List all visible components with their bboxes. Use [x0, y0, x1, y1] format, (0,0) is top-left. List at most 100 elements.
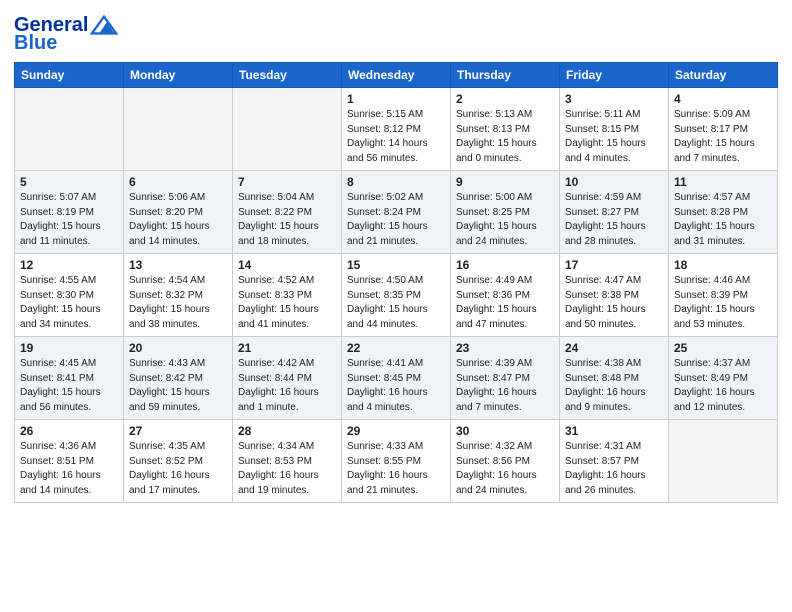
day-info: Sunrise: 4:31 AM Sunset: 8:57 PM Dayligh… — [565, 440, 663, 498]
day-info: Sunrise: 4:43 AM Sunset: 8:42 PM Dayligh… — [129, 357, 227, 415]
day-number: 28 — [238, 424, 336, 438]
day-info: Sunrise: 4:49 AM Sunset: 8:36 PM Dayligh… — [456, 274, 554, 332]
calendar-day-1-1 — [15, 88, 124, 171]
calendar-day-2-5: 9Sunrise: 5:00 AM Sunset: 8:25 PM Daylig… — [451, 171, 560, 254]
day-number: 29 — [347, 424, 445, 438]
header: General Blue — [14, 10, 778, 54]
col-monday: Monday — [124, 63, 233, 88]
calendar-day-1-7: 4 Sunrise: 5:09 AM Sunset: 8:17 PM Daylig… — [669, 88, 778, 171]
day-number: 4 — [674, 92, 772, 106]
calendar: Sunday Monday Tuesday Wednesday Thursday… — [14, 62, 778, 503]
calendar-day-5-4: 29 Sunrise: 4:33 AM Sunset: 8:55 PM Dayli… — [342, 420, 451, 503]
calendar-day-3-5: 16 Sunrise: 4:49 AM Sunset: 8:36 PM Dayli… — [451, 254, 560, 337]
calendar-day-3-7: 18Sunrise: 4:46 AM Sunset: 8:39 PM Dayli… — [669, 254, 778, 337]
day-info: Sunrise: 4:36 AM Sunset: 8:51 PM Dayligh… — [20, 440, 118, 498]
day-number: 15 — [347, 258, 445, 272]
day-number: 8 — [347, 175, 445, 189]
day-info: Sunrise: 4:54 AM Sunset: 8:32 PM Dayligh… — [129, 274, 227, 332]
calendar-day-4-6: 24 Sunrise: 4:38 AM Sunset: 8:48 PM Dayli… — [560, 337, 669, 420]
day-number: 26 — [20, 424, 118, 438]
calendar-day-2-2: 6Sunrise: 5:06 AM Sunset: 8:20 PM Daylig… — [124, 171, 233, 254]
col-sunday: Sunday — [15, 63, 124, 88]
calendar-day-3-2: 13 Sunrise: 4:54 AM Sunset: 8:32 PM Dayli… — [124, 254, 233, 337]
calendar-day-5-5: 30Sunrise: 4:32 AM Sunset: 8:56 PM Dayli… — [451, 420, 560, 503]
calendar-week-1: 1 Sunrise: 5:15 AM Sunset: 8:12 PM Daylig… — [15, 88, 778, 171]
calendar-day-1-2 — [124, 88, 233, 171]
day-number: 24 — [565, 341, 663, 355]
calendar-day-2-4: 8Sunrise: 5:02 AM Sunset: 8:24 PM Daylig… — [342, 171, 451, 254]
day-info: Sunrise: 4:32 AM Sunset: 8:56 PM Dayligh… — [456, 440, 554, 498]
calendar-day-3-4: 15 Sunrise: 4:50 AM Sunset: 8:35 PM Dayli… — [342, 254, 451, 337]
day-number: 31 — [565, 424, 663, 438]
day-number: 13 — [129, 258, 227, 272]
day-number: 18 — [674, 258, 772, 272]
col-tuesday: Tuesday — [233, 63, 342, 88]
day-number: 3 — [565, 92, 663, 106]
day-info: Sunrise: 4:35 AM Sunset: 8:52 PM Dayligh… — [129, 440, 227, 498]
day-number: 16 — [456, 258, 554, 272]
day-info: Sunrise: 4:52 AM Sunset: 8:33 PM Dayligh… — [238, 274, 336, 332]
day-info: Sunrise: 4:34 AM Sunset: 8:53 PM Dayligh… — [238, 440, 336, 498]
calendar-day-5-7 — [669, 420, 778, 503]
day-number: 12 — [20, 258, 118, 272]
day-number: 20 — [129, 341, 227, 355]
day-info: Sunrise: 4:47 AM Sunset: 8:38 PM Dayligh… — [565, 274, 663, 332]
day-info: Sunrise: 4:37 AM Sunset: 8:49 PM Dayligh… — [674, 357, 772, 415]
calendar-week-2: 5Sunrise: 5:07 AM Sunset: 8:19 PM Daylig… — [15, 171, 778, 254]
calendar-day-4-3: 21 Sunrise: 4:42 AM Sunset: 8:44 PM Dayli… — [233, 337, 342, 420]
day-number: 10 — [565, 175, 663, 189]
day-number: 23 — [456, 341, 554, 355]
day-info: Sunrise: 5:11 AM Sunset: 8:15 PM Dayligh… — [565, 108, 663, 166]
col-thursday: Thursday — [451, 63, 560, 88]
day-info: Sunrise: 4:45 AM Sunset: 8:41 PM Dayligh… — [20, 357, 118, 415]
calendar-day-2-6: 10 Sunrise: 4:59 AM Sunset: 8:27 PM Dayli… — [560, 171, 669, 254]
calendar-week-3: 12Sunrise: 4:55 AM Sunset: 8:30 PM Dayli… — [15, 254, 778, 337]
day-info: Sunrise: 4:57 AM Sunset: 8:28 PM Dayligh… — [674, 191, 772, 249]
calendar-week-5: 26 Sunrise: 4:36 AM Sunset: 8:51 PM Dayli… — [15, 420, 778, 503]
day-info: Sunrise: 5:04 AM Sunset: 8:22 PM Dayligh… — [238, 191, 336, 249]
logo: General Blue — [14, 14, 118, 54]
calendar-day-1-6: 3 Sunrise: 5:11 AM Sunset: 8:15 PM Daylig… — [560, 88, 669, 171]
logo-icon — [90, 14, 118, 36]
day-info: Sunrise: 4:33 AM Sunset: 8:55 PM Dayligh… — [347, 440, 445, 498]
col-saturday: Saturday — [669, 63, 778, 88]
day-info: Sunrise: 5:06 AM Sunset: 8:20 PM Dayligh… — [129, 191, 227, 249]
calendar-day-3-3: 14 Sunrise: 4:52 AM Sunset: 8:33 PM Dayli… — [233, 254, 342, 337]
day-number: 14 — [238, 258, 336, 272]
calendar-day-5-2: 27 Sunrise: 4:35 AM Sunset: 8:52 PM Dayli… — [124, 420, 233, 503]
day-info: Sunrise: 5:07 AM Sunset: 8:19 PM Dayligh… — [20, 191, 118, 249]
calendar-day-3-1: 12Sunrise: 4:55 AM Sunset: 8:30 PM Dayli… — [15, 254, 124, 337]
calendar-header-row: Sunday Monday Tuesday Wednesday Thursday… — [15, 63, 778, 88]
calendar-day-4-5: 23 Sunrise: 4:39 AM Sunset: 8:47 PM Dayli… — [451, 337, 560, 420]
day-number: 2 — [456, 92, 554, 106]
day-info: Sunrise: 4:41 AM Sunset: 8:45 PM Dayligh… — [347, 357, 445, 415]
day-number: 27 — [129, 424, 227, 438]
calendar-week-4: 19 Sunrise: 4:45 AM Sunset: 8:41 PM Dayli… — [15, 337, 778, 420]
day-number: 7 — [238, 175, 336, 189]
calendar-day-2-1: 5Sunrise: 5:07 AM Sunset: 8:19 PM Daylig… — [15, 171, 124, 254]
day-info: Sunrise: 5:13 AM Sunset: 8:13 PM Dayligh… — [456, 108, 554, 166]
calendar-day-5-3: 28 Sunrise: 4:34 AM Sunset: 8:53 PM Dayli… — [233, 420, 342, 503]
day-info: Sunrise: 4:38 AM Sunset: 8:48 PM Dayligh… — [565, 357, 663, 415]
day-info: Sunrise: 4:39 AM Sunset: 8:47 PM Dayligh… — [456, 357, 554, 415]
day-info: Sunrise: 5:15 AM Sunset: 8:12 PM Dayligh… — [347, 108, 445, 166]
day-info: Sunrise: 5:00 AM Sunset: 8:25 PM Dayligh… — [456, 191, 554, 249]
day-info: Sunrise: 5:09 AM Sunset: 8:17 PM Dayligh… — [674, 108, 772, 166]
calendar-day-4-1: 19 Sunrise: 4:45 AM Sunset: 8:41 PM Dayli… — [15, 337, 124, 420]
calendar-day-4-4: 22 Sunrise: 4:41 AM Sunset: 8:45 PM Dayli… — [342, 337, 451, 420]
day-info: Sunrise: 4:42 AM Sunset: 8:44 PM Dayligh… — [238, 357, 336, 415]
day-number: 21 — [238, 341, 336, 355]
calendar-day-5-6: 31 Sunrise: 4:31 AM Sunset: 8:57 PM Dayli… — [560, 420, 669, 503]
day-info: Sunrise: 4:59 AM Sunset: 8:27 PM Dayligh… — [565, 191, 663, 249]
day-info: Sunrise: 4:50 AM Sunset: 8:35 PM Dayligh… — [347, 274, 445, 332]
calendar-day-1-5: 2 Sunrise: 5:13 AM Sunset: 8:13 PM Daylig… — [451, 88, 560, 171]
day-number: 19 — [20, 341, 118, 355]
calendar-day-4-7: 25Sunrise: 4:37 AM Sunset: 8:49 PM Dayli… — [669, 337, 778, 420]
col-wednesday: Wednesday — [342, 63, 451, 88]
day-number: 17 — [565, 258, 663, 272]
day-number: 22 — [347, 341, 445, 355]
calendar-day-3-6: 17 Sunrise: 4:47 AM Sunset: 8:38 PM Dayli… — [560, 254, 669, 337]
day-number: 1 — [347, 92, 445, 106]
calendar-day-2-3: 7 Sunrise: 5:04 AM Sunset: 8:22 PM Daylig… — [233, 171, 342, 254]
calendar-day-5-1: 26 Sunrise: 4:36 AM Sunset: 8:51 PM Dayli… — [15, 420, 124, 503]
